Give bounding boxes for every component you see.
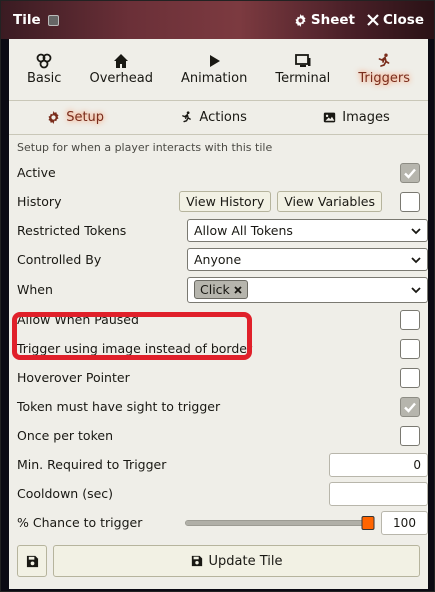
play-icon: [210, 55, 221, 67]
row-restricted-tokens: Restricted Tokens Allow All Tokens: [9, 216, 428, 245]
checkmark-icon: [404, 168, 416, 179]
restricted-tokens-value: Allow All Tokens: [194, 223, 293, 238]
tab-basic-label: Basic: [27, 71, 62, 86]
sight-checkbox[interactable]: [400, 396, 420, 417]
window-titlebar[interactable]: Tile Sheet Close: [1, 1, 434, 39]
image-icon: [324, 112, 336, 123]
sheet-button[interactable]: Sheet: [294, 12, 355, 28]
row-controlled-by: Controlled By Anyone: [9, 245, 428, 274]
save-button[interactable]: [17, 545, 47, 577]
window-title: Tile: [13, 12, 282, 28]
trigger-image-checkbox[interactable]: [400, 338, 420, 359]
update-tile-button[interactable]: Update Tile: [53, 545, 420, 577]
setup-hint: Setup for when a player interacts with t…: [17, 141, 273, 154]
gear-icon: [48, 111, 59, 124]
tab-setup[interactable]: Setup: [47, 110, 104, 125]
remove-chip-icon[interactable]: [234, 285, 242, 294]
restricted-tokens-select[interactable]: Allow All Tokens: [187, 219, 428, 242]
tab-actions[interactable]: Actions: [180, 110, 247, 125]
active-label: Active: [17, 165, 56, 180]
window-title-text: Tile: [13, 12, 41, 28]
running-icon: [182, 111, 192, 123]
close-button-label: Close: [382, 12, 424, 28]
row-allow-when-paused: Allow When Paused: [9, 305, 428, 334]
row-cooldown: Cooldown (sec): [9, 479, 428, 508]
row-active: Active: [9, 158, 428, 187]
chance-slider-fill: [186, 520, 368, 525]
chance-slider-thumb[interactable]: [361, 515, 375, 530]
chance-slider[interactable]: [185, 515, 375, 530]
view-history-button[interactable]: View History: [179, 191, 272, 212]
chevron-down-icon: [411, 227, 421, 234]
tab-overhead[interactable]: Overhead: [85, 53, 157, 86]
tab-actions-label: Actions: [199, 110, 247, 125]
row-hoverover: Hoverover Pointer: [9, 363, 428, 392]
when-chips: Click: [194, 280, 411, 299]
home-icon: [114, 54, 129, 68]
row-history: History View History View Variables: [9, 187, 428, 216]
chance-value: 100: [381, 510, 428, 535]
chevron-down-icon: [411, 286, 421, 293]
tab-basic[interactable]: Basic: [23, 53, 65, 86]
secondary-tabs: Setup Actions Images: [9, 101, 428, 135]
row-sight: Token must have sight to trigger: [9, 392, 428, 421]
dice-icon: [36, 53, 52, 69]
allow-when-paused-label: Allow When Paused: [17, 312, 139, 327]
tab-images[interactable]: Images: [323, 110, 390, 125]
allow-when-paused-checkbox[interactable]: [400, 309, 420, 330]
row-chance: % Chance to trigger 100: [9, 508, 428, 537]
history-checkbox[interactable]: [400, 191, 420, 212]
tab-animation-label: Animation: [181, 71, 248, 86]
document-id-icon[interactable]: [47, 14, 59, 26]
view-variables-button[interactable]: View Variables: [277, 191, 382, 212]
once-per-token-label: Once per token: [17, 428, 113, 443]
checkmark-icon: [404, 402, 416, 413]
update-tile-label: Update Tile: [208, 553, 283, 569]
hoverover-label: Hoverover Pointer: [17, 370, 130, 385]
tab-terminal[interactable]: Terminal: [271, 53, 334, 86]
close-button[interactable]: Close: [367, 12, 424, 28]
running-icon: [378, 53, 390, 67]
once-per-token-checkbox[interactable]: [400, 425, 420, 446]
min-required-input[interactable]: 0: [329, 452, 428, 477]
sight-label: Token must have sight to trigger: [17, 399, 221, 414]
when-chip-click: Click: [194, 280, 248, 299]
tab-images-label: Images: [342, 110, 390, 125]
tab-setup-label: Setup: [66, 110, 105, 125]
tab-animation[interactable]: Animation: [177, 53, 251, 86]
cooldown-input[interactable]: [329, 481, 428, 506]
controlled-by-select[interactable]: Anyone: [187, 248, 428, 271]
when-chip-label: Click: [200, 282, 230, 297]
primary-tabs: Basic Overhead Animation Terminal Trigge…: [9, 39, 428, 101]
row-when: When Click: [9, 274, 428, 305]
window-content: Basic Overhead Animation Terminal Trigge…: [9, 39, 428, 589]
active-checkbox[interactable]: [400, 162, 420, 183]
tab-terminal-label: Terminal: [275, 71, 331, 86]
chance-slider-track[interactable]: [185, 515, 375, 530]
save-icon: [191, 555, 202, 567]
close-icon: [367, 14, 379, 26]
chevron-down-icon: [411, 256, 421, 263]
controlled-by-value: Anyone: [194, 252, 242, 267]
trigger-image-label: Trigger using image instead of border: [17, 341, 253, 356]
sheet-button-label: Sheet: [310, 12, 355, 28]
when-multiselect[interactable]: Click: [187, 276, 428, 303]
history-label: History: [17, 194, 62, 209]
gear-icon: [295, 13, 306, 27]
tile-config-window: Tile Sheet Close Basic Overhead Animatio…: [0, 0, 435, 592]
row-trigger-image: Trigger using image instead of border: [9, 334, 428, 363]
row-min-required: Min. Required to Trigger 0: [9, 450, 428, 479]
tab-overhead-label: Overhead: [89, 71, 153, 86]
footer-bar: Update Tile: [17, 545, 420, 577]
terminal-icon: [294, 54, 311, 67]
tab-triggers-label: Triggers: [358, 71, 410, 86]
save-icon: [26, 555, 38, 567]
hoverover-checkbox[interactable]: [400, 367, 420, 388]
tab-triggers[interactable]: Triggers: [354, 53, 414, 86]
row-once-per-token: Once per token: [9, 421, 428, 450]
